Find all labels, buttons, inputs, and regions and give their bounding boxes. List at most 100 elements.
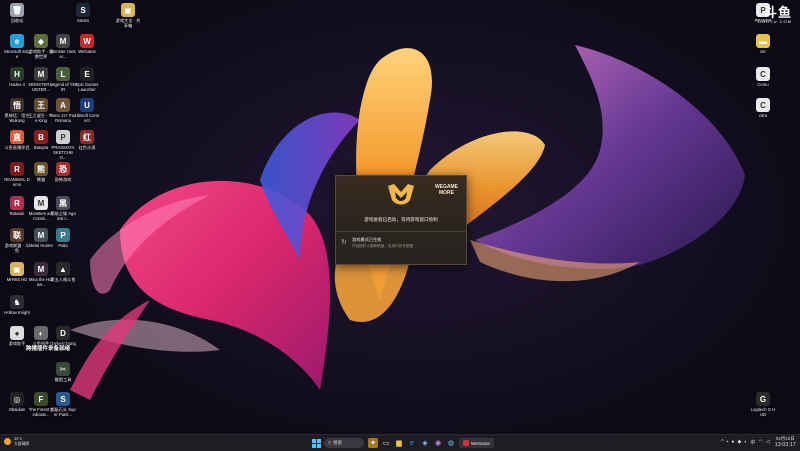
taskbar-search-box[interactable]: ⌕ 搜索 — [324, 438, 364, 448]
desktop-icon-obsidian[interactable]: ◎ Obsidian — [4, 392, 30, 412]
wegame-taskbar-label: WeGame — [471, 440, 490, 446]
desktop-icon-label: 红色沙漠 — [78, 145, 96, 150]
desktop-icon-fifth-personality[interactable]: ▲ 第五人格斗鱼 — [50, 262, 76, 282]
wegame-status-desc: 开启插件人数和助推，应用内存在助推 — [352, 244, 414, 248]
obs-icon[interactable]: ◉ — [433, 438, 443, 448]
desktop-icon-label: Legend of YMIR — [50, 82, 76, 92]
desktop-icon-black-myth[interactable]: 悟黑神话：悟空 Wukong — [4, 98, 30, 123]
horror-game-icon: 恐 — [56, 162, 70, 176]
stream-overlay-text: 跨播插件录备就绪 — [26, 346, 71, 352]
desktop-icon-hades[interactable]: H Hades II — [4, 67, 30, 87]
desktop-icon-obs-app[interactable]: ● 游戏助手 — [4, 326, 30, 346]
desktop: 🗑 回收站 S Steam ▣ 游戏大全 · 共享箱 e Microsoft Edge ◆ 游戏助… — [0, 0, 800, 434]
desktop-icon-toolbox[interactable]: ✂ 截图工具 — [50, 362, 76, 382]
weather-desc: 大部晴朗 — [14, 441, 30, 446]
windows-icon — [311, 438, 321, 448]
monster-hunter-icon: M — [56, 34, 70, 48]
desktop-icon-label: 黑暗之城 Against t... — [50, 211, 76, 221]
wegame-logo-icon — [388, 184, 414, 205]
wegame-popup-divider — [336, 231, 466, 232]
douyu-helper-icon: ◐ — [34, 326, 48, 340]
desktop-icon-citra[interactable]: Ccitra — [750, 98, 776, 118]
desktop-icon-cemu[interactable]: C Cemu — [750, 67, 776, 87]
wukong-2-icon: 王 — [34, 98, 48, 112]
desktop-icon-pragmata[interactable]: P PRAGMATA SKETCHBO... — [50, 130, 76, 160]
desktop-icon-hollow-knight[interactable]: ♞ Hollow Knight — [4, 295, 30, 315]
monster-hunter-2-icon: M — [34, 67, 48, 81]
desktop-icon-palia[interactable]: P Palia — [50, 228, 76, 248]
taskbar-clock[interactable]: 04月10日 13:03:17 — [775, 436, 796, 448]
desktop-icon-label: 游戏联盟 · 斗鱼 — [4, 243, 30, 253]
citra-icon: C — [756, 98, 770, 112]
desktop-icon-label: 恐怖游戏 — [54, 177, 72, 182]
desktop-icon-ratatan[interactable]: R Ratatan — [4, 196, 30, 216]
wegame-taskbar-item[interactable]: WeGame — [459, 438, 494, 448]
desktop-icon-logitech[interactable]: G Logitech G HUB — [750, 392, 776, 417]
tray-app-icon-2[interactable]: ● — [731, 439, 734, 445]
remnant-icon: R — [10, 162, 24, 176]
ime-icon[interactable]: 中 — [750, 439, 755, 446]
wegame-launch-popup[interactable]: WEGAME MORE 游戏进程已启动，等待游戏窗口绘制 ↻ 游戏模式已生效 开… — [335, 175, 467, 265]
task-view-icon[interactable]: ▭ — [381, 438, 391, 448]
desktop-icon-label: Steam — [76, 18, 90, 23]
chevron-up-icon[interactable]: ^ — [721, 439, 723, 445]
wegame-brand: WEGAME MORE — [435, 184, 458, 196]
desktop-icon-label: Epic Games Launcher — [75, 82, 99, 92]
mina-icon: M — [34, 262, 48, 276]
desktop-icon-horror-game[interactable]: 恐恐怖游戏 — [50, 162, 76, 182]
desktop-icon-super-paint[interactable]: S 超级石头 Super Paint... — [50, 392, 76, 417]
desktop-icon-anno[interactable]: A Anno 117 Pax Romana — [50, 98, 76, 123]
tray-app-icon[interactable]: ▪ — [727, 439, 729, 445]
steam-taskbar-icon[interactable]: ◍ — [446, 438, 456, 448]
obsidian-icon: ◎ — [10, 392, 24, 406]
desktop-icon-legend-ymir[interactable]: L Legend of YMIR — [50, 67, 76, 92]
start-button[interactable] — [311, 438, 321, 448]
desktop-icon-wegame[interactable]: W WeGame — [74, 34, 100, 54]
desktop-icon-label: Palia — [58, 243, 68, 248]
wifi-icon[interactable]: ◠ — [758, 439, 762, 445]
desktop-icon-monster-hunter[interactable]: M Monster Hunter... — [50, 34, 76, 59]
darkest-icon: D — [56, 326, 70, 340]
clock-time: 13:03:17 — [774, 442, 796, 448]
desktop-icon-folder-ssr[interactable]: ▬ ssr — [750, 34, 776, 54]
qq-game-icon: 红 — [80, 130, 94, 144]
file-explorer-icon[interactable]: ▆ — [394, 438, 404, 448]
fifth-personality-icon: ▲ — [56, 262, 70, 276]
dungeon-icon: 黑 — [56, 196, 70, 210]
ratatan-icon: R — [10, 196, 24, 210]
tray-app-icon-3[interactable]: ◆ — [737, 439, 741, 445]
desktop-icon-edge[interactable]: e Microsoft Edge — [4, 34, 30, 59]
desktop-icon-label: REANIMAL Demo — [4, 177, 30, 187]
sun-icon — [4, 438, 11, 445]
desktop-icon-label: ssr — [760, 49, 766, 54]
desktop-icon-douyu-live[interactable]: 直斗鱼直播伴侣 — [4, 130, 30, 150]
monsters-corp-icon: M — [34, 196, 48, 210]
hollow-bear-icon: 熊 — [34, 162, 48, 176]
wegame-taskbar-icon — [463, 440, 469, 446]
wegame-brand-line2: MORE — [438, 190, 454, 196]
desktop-icon-ubisoft[interactable]: U Ubisoft Connect — [74, 98, 100, 123]
desktop-icon-remnant[interactable]: R REANIMAL Demo — [4, 162, 30, 187]
photos-icon[interactable]: ◈ — [420, 438, 430, 448]
desktop-icon-dungeon[interactable]: 黑黑暗之城 Against t... — [50, 196, 76, 221]
edge-icon[interactable]: e — [407, 438, 417, 448]
search-icon: ⌕ — [328, 439, 332, 446]
desktop-icon-qq-game[interactable]: 红红色沙漠 — [74, 130, 100, 150]
douyu-logo-en: DOUYU.COM — [758, 19, 792, 24]
desktop-icon-label: Hollow Knight — [4, 310, 30, 315]
steam-icon: S — [76, 3, 90, 17]
desktop-icon-label: 斗鱼直播伴侣 — [4, 145, 30, 150]
desktop-icon-steam[interactable]: S Steam — [70, 3, 96, 23]
volume-icon[interactable]: ◁ — [766, 439, 770, 445]
desktop-icon-epic[interactable]: E Epic Games Launcher — [74, 67, 100, 92]
desktop-icon-game-folder[interactable]: ▣ 游戏大全 · 共享箱 — [115, 3, 141, 28]
desktop-icon-recycle-bin[interactable]: 🗑 回收站 — [4, 3, 30, 23]
weather-widget[interactable]: 30°C 大部晴朗 — [4, 437, 29, 446]
taskbar-game-app-icon[interactable]: ✦ — [368, 438, 378, 448]
desktop-icon-bless[interactable]: 联游戏联盟 · 斗鱼 — [4, 228, 30, 253]
wegame-status-title: 游戏模式已生效 — [352, 237, 382, 242]
desktop-icon-mhwilds[interactable]: ▣ MHWS HD — [4, 262, 30, 282]
ubisoft-icon: U — [80, 98, 94, 112]
logitech-icon: G — [756, 392, 770, 406]
tray-app-icon-4[interactable]: ◐ — [744, 439, 747, 445]
